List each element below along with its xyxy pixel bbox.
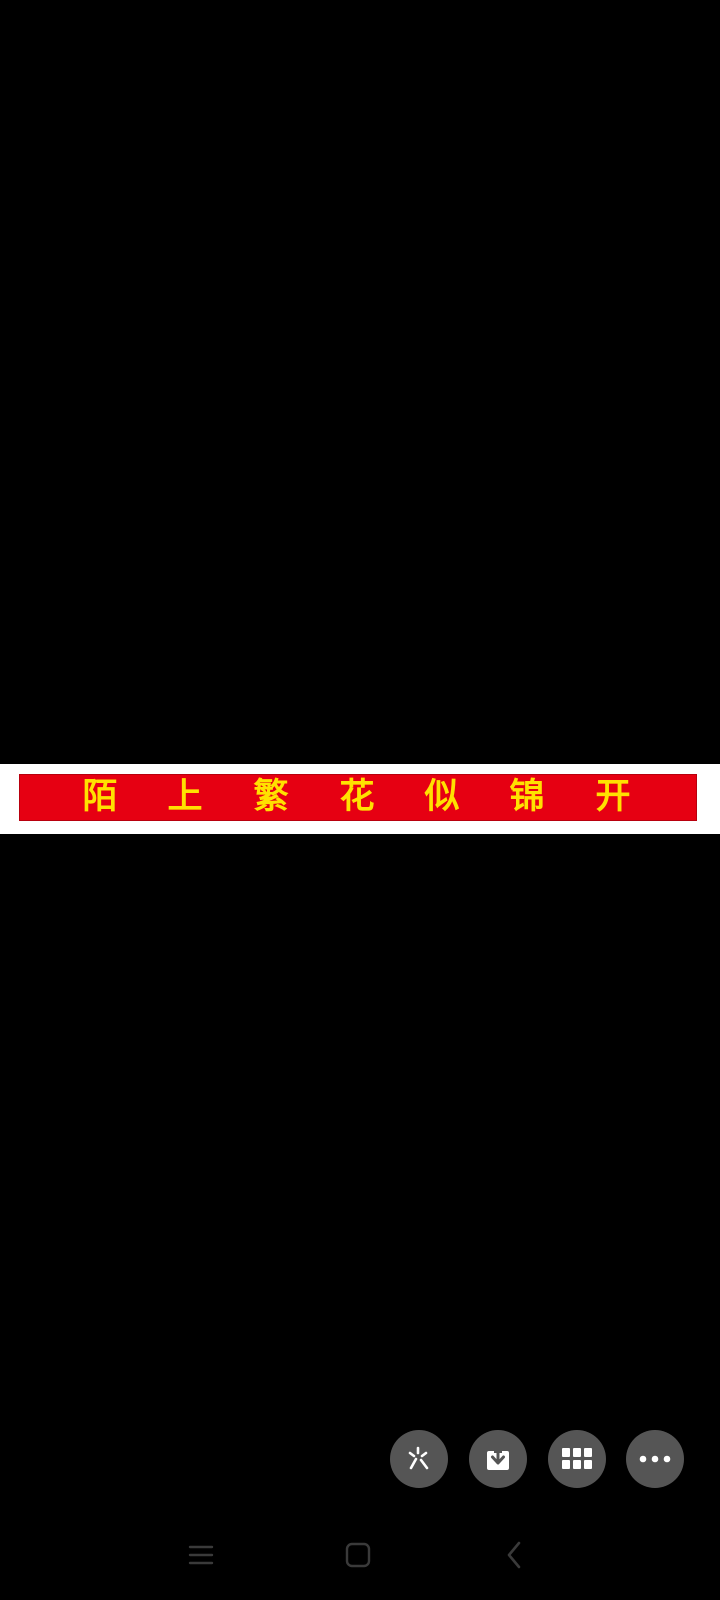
system-navigation-bar: [0, 1525, 720, 1590]
banner-char-7: 开: [595, 777, 631, 817]
banner-char-6: 锦: [509, 777, 545, 817]
recent-apps-button[interactable]: [176, 1535, 226, 1575]
magic-wand-icon: [408, 1446, 429, 1470]
banner-char-5: 似: [424, 777, 460, 817]
displayed-image: 陌 上 繁 花 似 锦 开: [0, 764, 720, 834]
home-icon: [345, 1542, 371, 1568]
red-banner: 陌 上 繁 花 似 锦 开: [19, 774, 697, 821]
more-options-button[interactable]: [626, 1430, 684, 1488]
more-icon: [639, 1455, 671, 1463]
banner-char-2: 上: [167, 777, 203, 817]
menu-icon: [188, 1545, 214, 1565]
magic-wand-button[interactable]: [390, 1430, 448, 1488]
image-viewer[interactable]: 陌 上 繁 花 似 锦 开: [0, 0, 720, 1600]
banner-char-1: 陌: [82, 777, 118, 817]
back-button[interactable]: [489, 1535, 539, 1575]
back-icon: [507, 1541, 521, 1569]
download-icon: [487, 1447, 509, 1470]
save-image-button[interactable]: [469, 1430, 527, 1488]
home-button[interactable]: [333, 1535, 383, 1575]
banner-char-3: 繁: [253, 777, 289, 817]
banner-char-4: 花: [339, 777, 375, 817]
grid-icon: [562, 1448, 592, 1469]
grid-view-button[interactable]: [548, 1430, 606, 1488]
